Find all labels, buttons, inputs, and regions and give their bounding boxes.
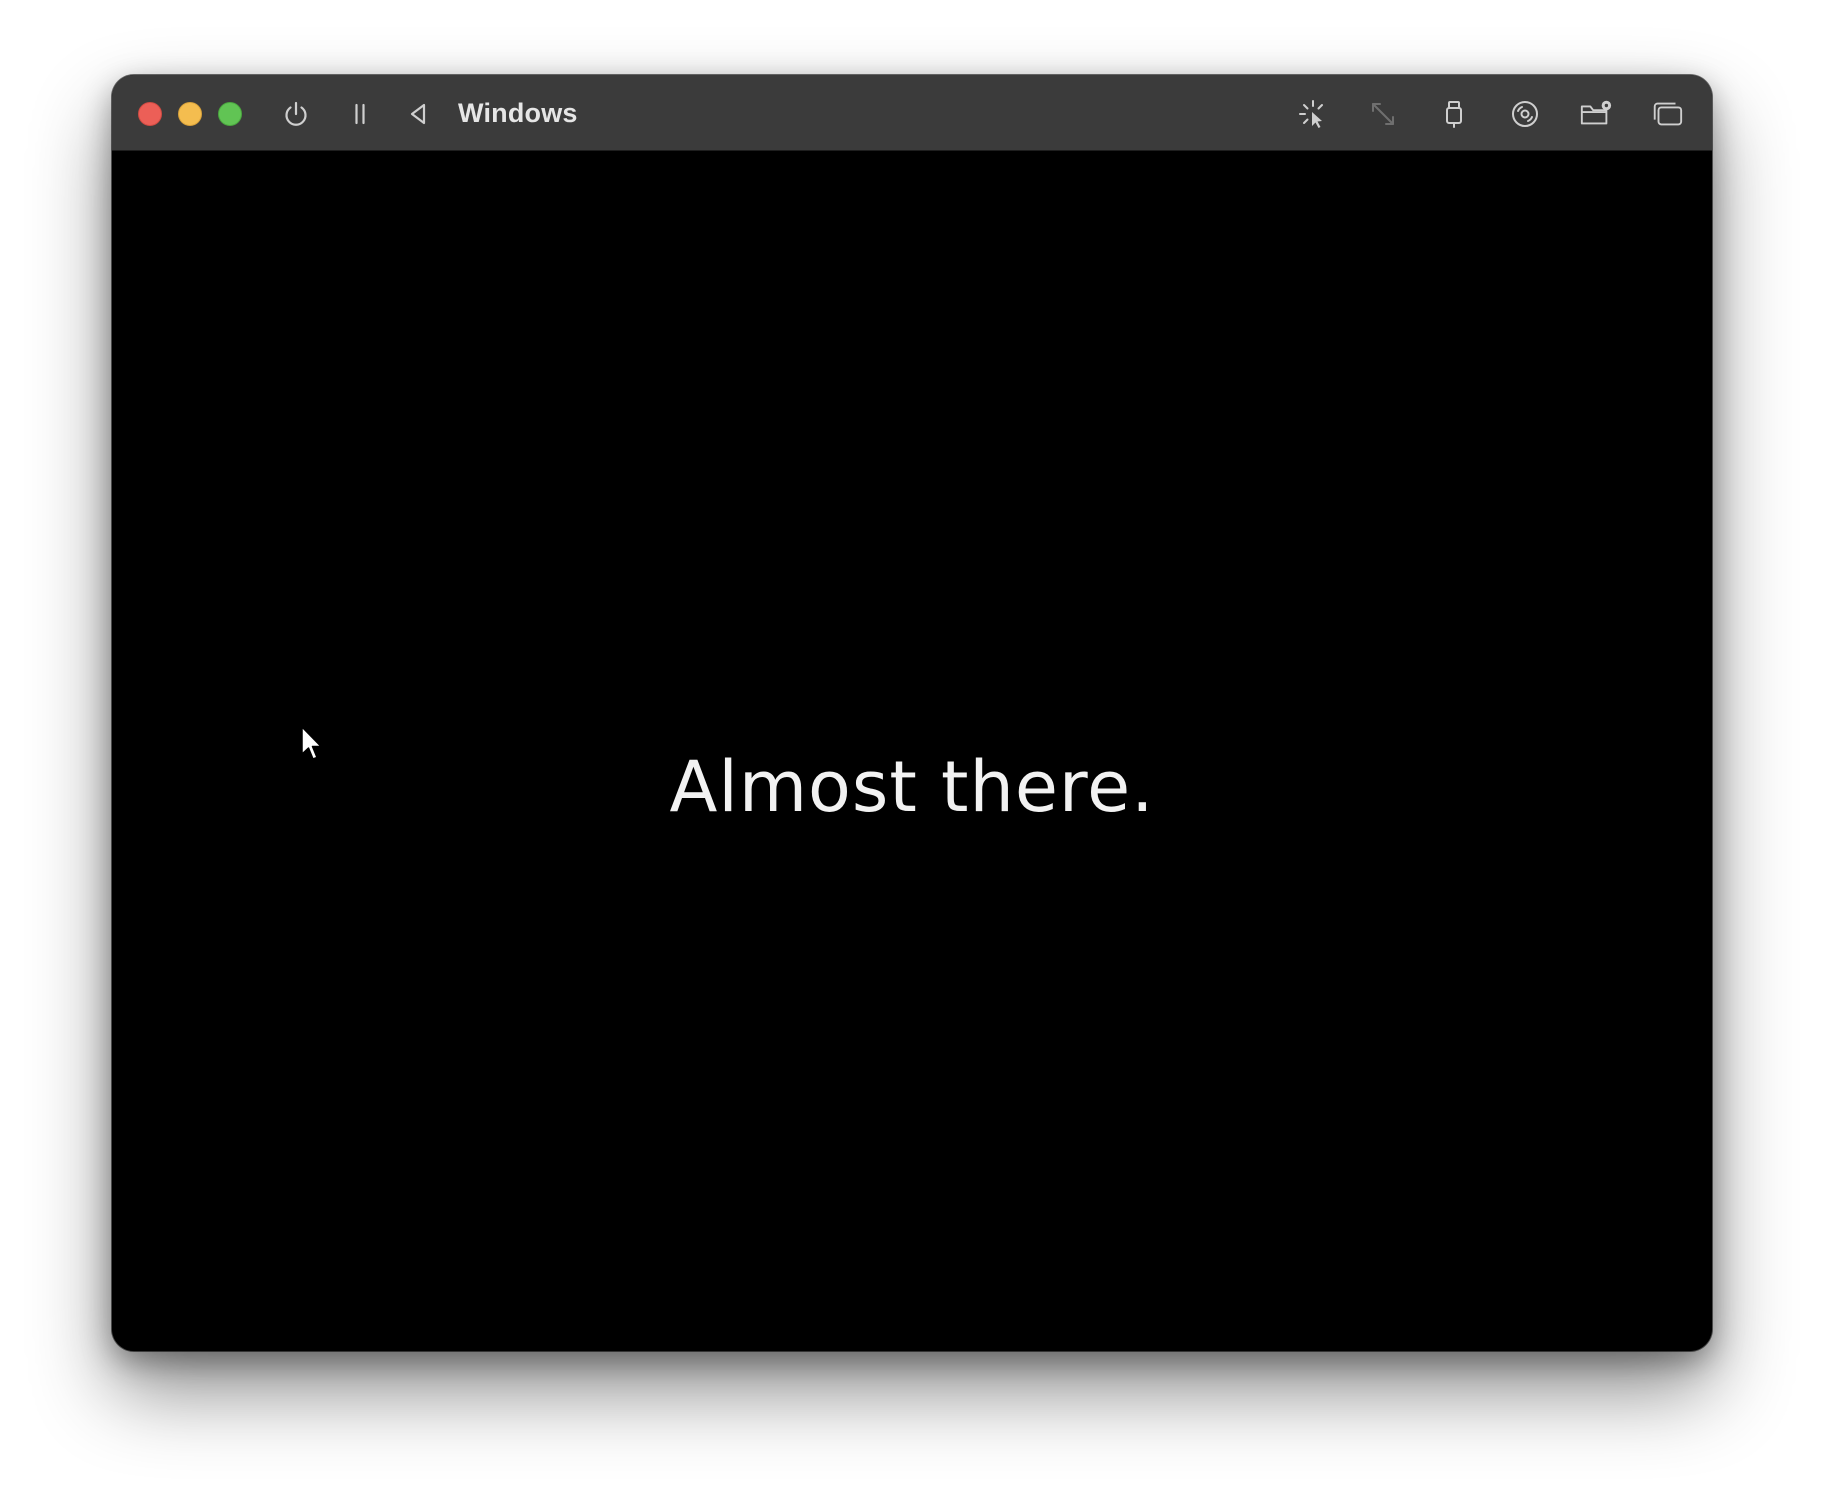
minimize-button[interactable]	[178, 102, 202, 126]
zoom-button[interactable]	[218, 102, 242, 126]
disc-icon[interactable]	[1508, 97, 1542, 131]
power-icon[interactable]	[279, 97, 313, 131]
window-title: Windows	[458, 98, 578, 128]
shared-folder-icon[interactable]	[1579, 97, 1613, 131]
title-bar[interactable]: Windows	[112, 75, 1712, 151]
pause-icon[interactable]	[343, 97, 377, 131]
setup-message: Almost there.	[669, 746, 1155, 828]
resize-icon[interactable]	[1366, 97, 1400, 131]
back-icon[interactable]	[401, 97, 435, 131]
vm-screen[interactable]: Almost there.	[112, 151, 1712, 1351]
close-button[interactable]	[138, 102, 162, 126]
mouse-cursor-icon	[301, 726, 322, 760]
usb-icon[interactable]	[1437, 97, 1471, 131]
vm-window: Windows Almost there.	[112, 75, 1712, 1351]
capture-input-icon[interactable]	[1296, 97, 1330, 131]
windows-icon[interactable]	[1650, 97, 1684, 131]
